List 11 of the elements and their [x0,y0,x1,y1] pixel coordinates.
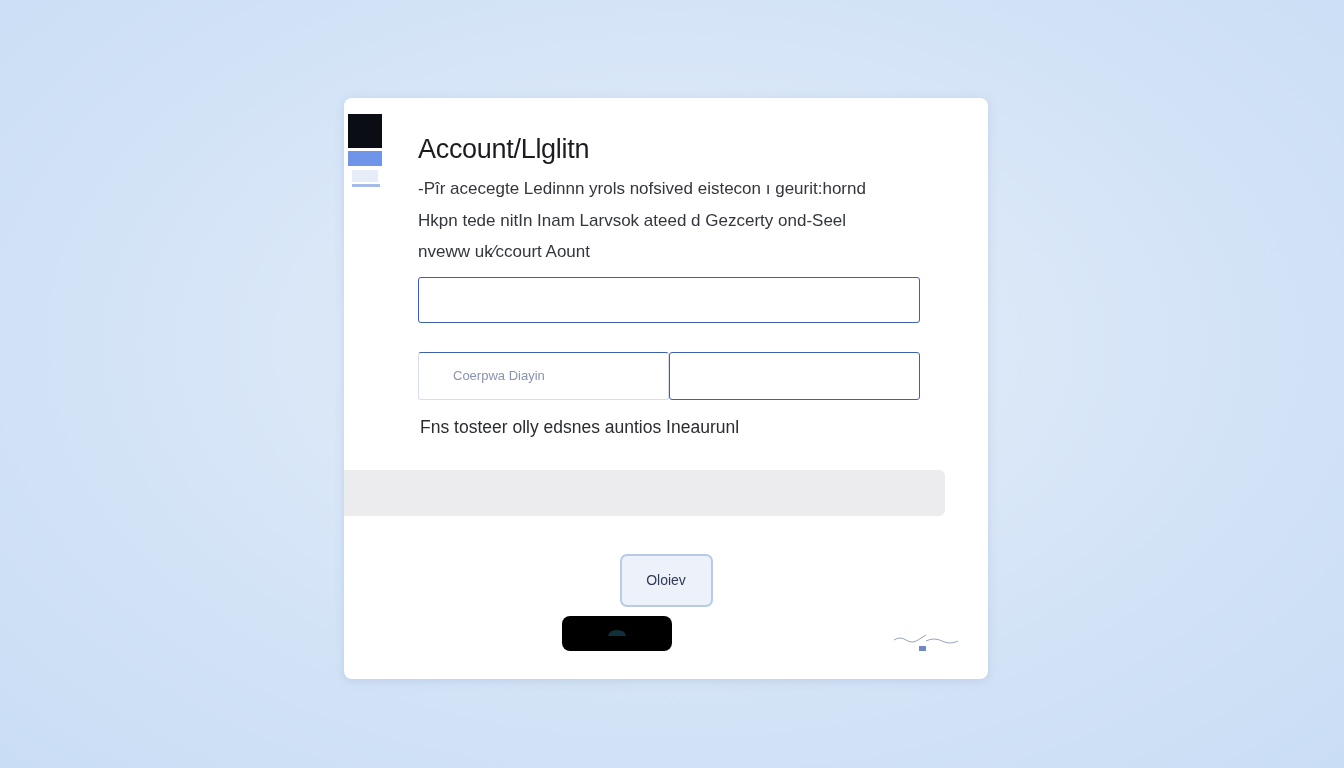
dialog-title: Account/Llglitn [418,134,591,165]
input-field[interactable] [418,276,920,323]
input-field[interactable] [669,351,920,400]
description-text: nveww uk⁄ccourt Aount [418,241,591,263]
input-field[interactable]: Coerpwa Diayin [418,351,669,400]
description-text: Hkpn tede nitIn Inam Larvsok ateed d Gezcerty ond-Seel [418,209,848,232]
logo-icon [348,114,382,190]
confirm-button[interactable]: Oloiev [619,553,713,607]
note-text: Fns tosteer olly edsnes auntios Ineaurunl [420,416,741,438]
description-text: -Pîr acecegte Ledinnn yrols nofsived eistecon ı geurit:hornd [418,178,867,200]
dark-button[interactable] [562,615,672,651]
